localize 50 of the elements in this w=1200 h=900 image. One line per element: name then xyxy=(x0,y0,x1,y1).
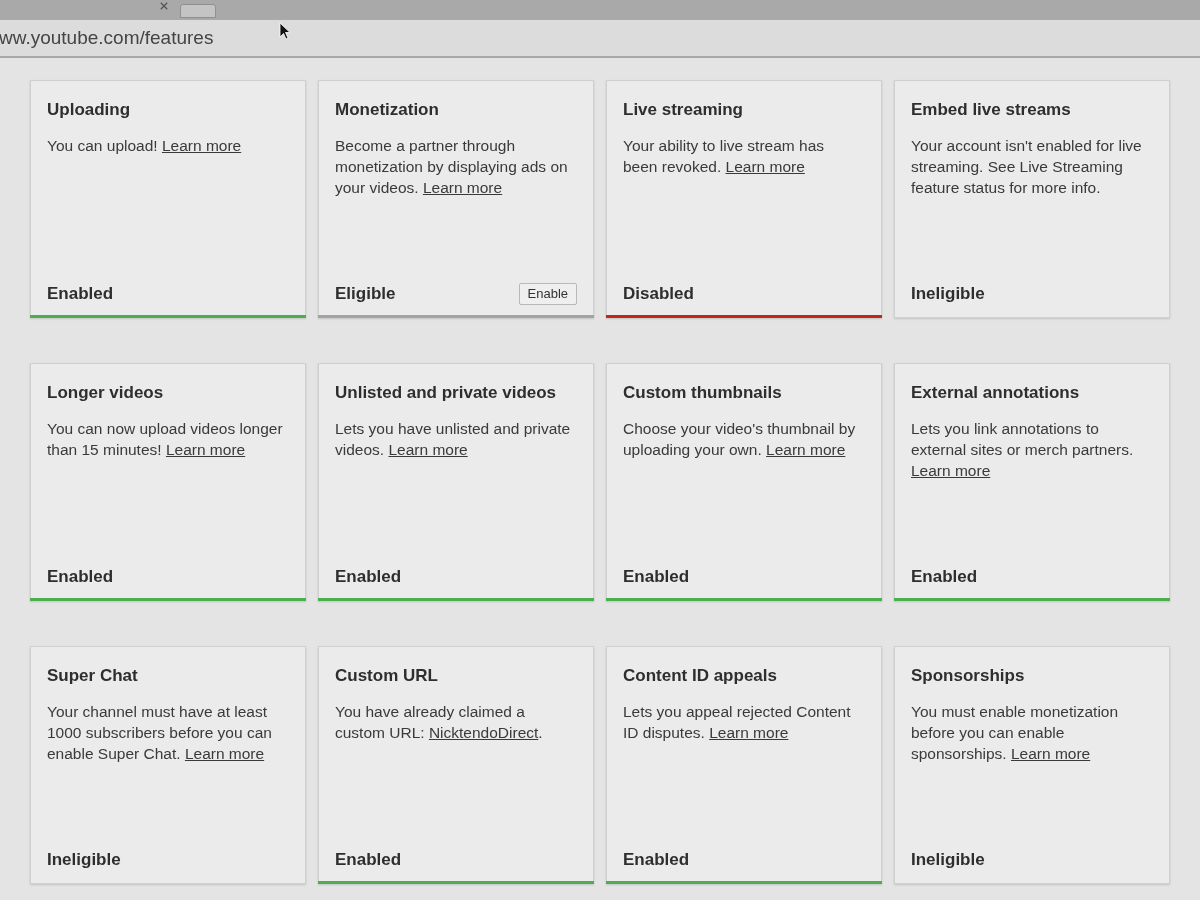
status-label: Enabled xyxy=(335,566,402,588)
card-description: Your account isn't enabled for live streaming. See Live Streaming feature status for more info. xyxy=(911,136,1143,198)
status-label: Ineligible xyxy=(911,283,985,305)
card-title: Unlisted and private videos xyxy=(335,382,558,404)
text-link[interactable]: Learn more xyxy=(1010,745,1091,762)
status-label: Enabled xyxy=(623,849,690,871)
card-title: Longer videos xyxy=(47,382,165,404)
status-label: Enabled xyxy=(623,566,690,588)
card-description: Your ability to live stream has been revoked. Learn more xyxy=(623,136,826,177)
card-description: Lets you link annotations to external sites or merch partners. Learn more xyxy=(911,419,1135,481)
text-link[interactable]: Learn more xyxy=(161,137,242,154)
mouse-cursor-icon xyxy=(279,22,291,40)
status-label: Ineligible xyxy=(47,849,121,871)
status-label: Ineligible xyxy=(911,849,985,871)
card-title: Content ID appeals xyxy=(623,665,778,687)
text-link[interactable]: Learn more xyxy=(422,179,503,196)
text-link[interactable]: Learn more xyxy=(709,724,789,741)
text-link[interactable]: Learn more xyxy=(165,441,246,458)
card-title: Uploading xyxy=(47,99,132,121)
text-link[interactable]: Learn more xyxy=(911,462,991,479)
card-description: Lets you appeal rejected Content ID disputes. Learn more xyxy=(623,702,852,743)
card-title: Super Chat xyxy=(47,665,139,687)
status-label: Enabled xyxy=(911,566,978,588)
card-title: Custom URL xyxy=(335,665,439,687)
card-title: Embed live streams xyxy=(911,99,1072,121)
card-description: Choose your video's thumbnail by uploading your own. Learn more xyxy=(623,419,857,460)
status-label: Enabled xyxy=(47,566,114,588)
new-tab-button[interactable] xyxy=(180,4,216,18)
card-description: You must enable monetization before you can enable sponsorships. Learn more xyxy=(911,702,1120,764)
close-icon[interactable] xyxy=(160,2,168,10)
text-link[interactable]: Learn more xyxy=(184,745,265,762)
text-link[interactable]: Learn more xyxy=(766,441,846,458)
card-description: You have already claimed a custom URL: NicktendoDirect. xyxy=(335,702,544,743)
card-description: You can upload! Learn more xyxy=(47,136,243,156)
card-title: Custom thumbnails xyxy=(623,382,783,404)
status-label: Enabled xyxy=(335,849,402,871)
card-title: Live streaming xyxy=(623,99,744,121)
card-description: Become a partner through monetization by displaying ads on your videos. Learn more xyxy=(335,136,569,198)
text-link[interactable]: Learn more xyxy=(725,158,805,175)
status-label: Eligible xyxy=(335,283,396,305)
status-label: Enabled xyxy=(47,283,114,305)
card-title: External annotations xyxy=(911,382,1081,404)
text-link[interactable]: Learn more xyxy=(388,441,468,458)
card-title: Monetization xyxy=(335,99,440,121)
card-title: Sponsorships xyxy=(911,665,1026,687)
card-description: Lets you have unlisted and private videos. Learn more xyxy=(335,419,572,460)
card-description: Your channel must have at least 1000 subscribers before you can enable Super Chat. Learn more xyxy=(47,702,273,764)
card-description: You can now upload videos longer than 15 minutes! Learn more xyxy=(47,419,284,460)
enable-button[interactable]: Enable xyxy=(518,283,577,305)
status-label: Disabled xyxy=(623,283,694,305)
